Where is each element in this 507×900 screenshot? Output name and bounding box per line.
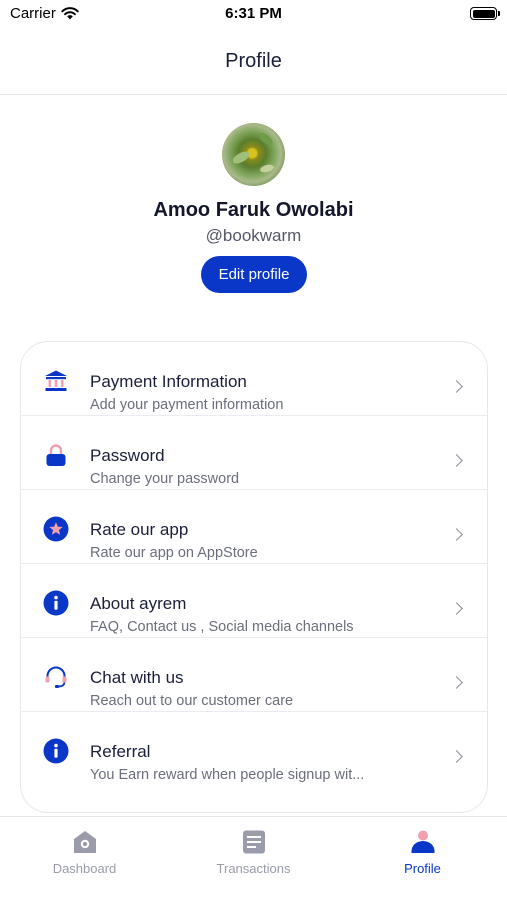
menu-item-title: Referral (90, 742, 151, 761)
edit-profile-button[interactable]: Edit profile (201, 256, 307, 293)
battery-icon (470, 7, 500, 20)
chevron-right-icon (450, 528, 463, 541)
lock-icon (43, 442, 69, 468)
star-icon (43, 516, 69, 542)
profile-name: Amoo Faruk Owolabi (153, 199, 354, 221)
tab-transactions[interactable]: Transactions (169, 817, 338, 900)
status-time: 6:31 PM (225, 5, 282, 22)
settings-menu: Payment Information Add your payment inf… (20, 341, 488, 813)
tab-label: Profile (404, 861, 441, 876)
menu-item-subtitle: Add your payment information (90, 397, 284, 413)
menu-item-subtitle: Reach out to our customer care (90, 693, 294, 709)
chevron-right-icon (450, 380, 463, 393)
menu-item-title: Rate our app (90, 520, 189, 539)
menu-item-title: Chat with us (90, 668, 184, 687)
menu-item-subtitle: Change your password (90, 471, 240, 487)
info-icon (43, 738, 69, 764)
profile-handle: @bookwarm (205, 226, 302, 245)
menu-item-about[interactable]: About ayrem FAQ, Contact us , Social med… (21, 564, 487, 638)
menu-item-subtitle: Rate our app on AppStore (90, 545, 258, 561)
menu-item-subtitle: You Earn reward when people signup wit..… (90, 767, 365, 783)
tab-bar: Dashboard Transactions Profile (0, 816, 507, 900)
menu-item-chat[interactable]: Chat with us Reach out to our customer c… (21, 638, 487, 712)
menu-item-password[interactable]: Password Change your password (21, 416, 487, 490)
chevron-right-icon (450, 602, 463, 615)
status-bar: Carrier 6:31 PM (0, 0, 507, 30)
menu-item-title: Password (90, 446, 165, 465)
tab-label: Transactions (216, 861, 291, 876)
menu-item-subtitle: FAQ, Contact us , Social media channels (90, 619, 354, 635)
tab-label: Dashboard (52, 861, 117, 876)
bank-icon (43, 368, 69, 394)
headset-icon (43, 664, 69, 690)
menu-item-referral[interactable]: Referral You Earn reward when people sig… (21, 712, 487, 786)
tab-profile[interactable]: Profile (338, 817, 507, 900)
menu-item-payment-information[interactable]: Payment Information Add your payment inf… (21, 342, 487, 416)
avatar[interactable] (222, 123, 285, 186)
chevron-right-icon (450, 676, 463, 689)
menu-item-rate-app[interactable]: Rate our app Rate our app on AppStore (21, 490, 487, 564)
page-title: Profile (225, 50, 282, 72)
home-icon (72, 829, 98, 855)
tab-dashboard[interactable]: Dashboard (0, 817, 169, 900)
info-icon (43, 590, 69, 616)
menu-item-title: About ayrem (90, 594, 187, 613)
user-icon (410, 829, 436, 855)
chevron-right-icon (450, 750, 463, 763)
nav-header: Profile (0, 30, 507, 95)
menu-item-title: Payment Information (90, 372, 247, 391)
chevron-right-icon (450, 454, 463, 467)
receipt-icon (241, 829, 267, 855)
